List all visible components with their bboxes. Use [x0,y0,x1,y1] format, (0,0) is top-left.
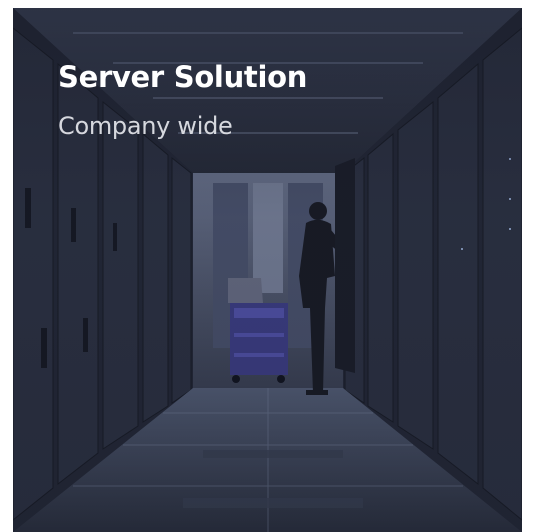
service-card-server-solution[interactable]: Server Solution Company wide [13,8,522,532]
card-title: Server Solution [58,60,308,94]
card-subtitle: Company wide [58,112,233,140]
